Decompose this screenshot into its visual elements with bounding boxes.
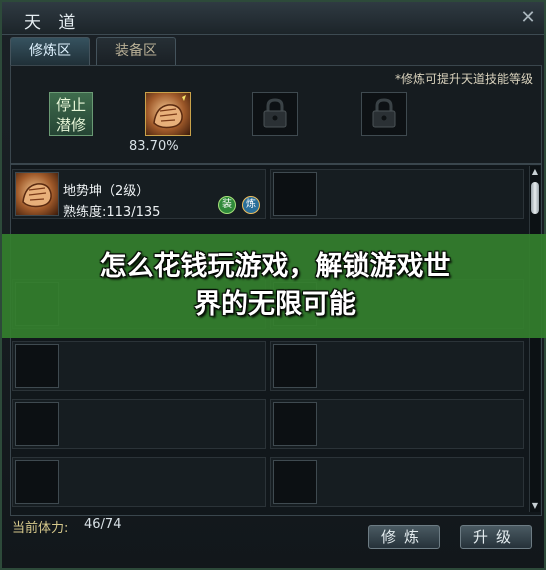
skill-progress-percent: 83.70% — [129, 139, 179, 154]
tab-equipment[interactable]: 装备区 — [96, 37, 176, 65]
banner-line1: 怎么花钱玩游戏，解锁游戏世 — [99, 251, 451, 282]
skill-list: 地势坤（2级） 熟练度:113/135 装 炼 — [10, 164, 542, 516]
skill-proficiency: 熟练度:113/135 — [63, 205, 161, 220]
locked-slot-2 — [361, 92, 407, 136]
empty-skill-cell[interactable] — [12, 399, 266, 449]
scroll-thumb[interactable] — [531, 182, 539, 214]
empty-slot — [15, 460, 59, 504]
stop-button-line1: 停止 — [55, 96, 86, 114]
locked-slot-1 — [252, 92, 298, 136]
tiandao-window: 天 道 ✕ 修炼区 装备区 *修炼可提升天道技能等级 停止 潜修 83.70% — [0, 0, 546, 570]
empty-skill-cell[interactable] — [270, 457, 524, 507]
stamina-value: 46/74 — [84, 517, 122, 532]
lock-icon — [372, 98, 396, 128]
empty-slot — [15, 344, 59, 388]
cultivation-panel: *修炼可提升天道技能等级 停止 潜修 83.70% — [10, 65, 542, 164]
empty-slot — [273, 172, 317, 216]
scroll-down-icon[interactable]: ▼ — [530, 500, 540, 512]
title-bar[interactable]: 天 道 ✕ — [2, 2, 544, 35]
active-skill-slot[interactable] — [145, 92, 191, 136]
empty-slot — [273, 460, 317, 504]
upgrade-button[interactable]: 升级 — [460, 525, 532, 549]
stop-button-line2: 潜修 — [55, 116, 86, 134]
stamina-label: 当前体力: — [12, 521, 69, 536]
empty-skill-cell[interactable] — [270, 169, 524, 219]
empty-slot — [273, 402, 317, 446]
hint-text: *修炼可提升天道技能等级 — [394, 72, 533, 86]
empty-slot — [15, 402, 59, 446]
practice-button[interactable]: 修炼 — [368, 525, 440, 549]
stop-cultivation-button[interactable]: 停止 潜修 — [49, 92, 93, 136]
equip-badge[interactable]: 装 — [218, 196, 236, 214]
refine-badge[interactable]: 炼 — [242, 196, 260, 214]
empty-skill-cell[interactable] — [12, 341, 266, 391]
empty-skill-cell[interactable] — [270, 399, 524, 449]
tab-practice[interactable]: 修炼区 — [10, 37, 90, 65]
fist-skill-icon — [22, 183, 52, 208]
lock-icon — [263, 98, 287, 128]
banner-line2: 界的无限可能 — [194, 289, 356, 320]
empty-skill-cell[interactable] — [12, 457, 266, 507]
skill-name: 地势坤（2级） — [63, 184, 150, 199]
empty-skill-cell[interactable] — [270, 341, 524, 391]
scrollbar[interactable]: ▲ ▼ — [529, 166, 540, 512]
skill-icon — [15, 172, 59, 216]
empty-slot — [273, 344, 317, 388]
scroll-up-icon[interactable]: ▲ — [530, 166, 540, 178]
skill-list-item[interactable]: 地势坤（2级） 熟练度:113/135 装 炼 — [12, 169, 266, 220]
close-icon[interactable]: ✕ — [518, 8, 538, 28]
fist-skill-icon — [153, 95, 186, 129]
overlay-banner: 怎么花钱玩游戏，解锁游戏世 界的无限可能 — [2, 234, 546, 338]
window-title: 天 道 — [24, 13, 82, 33]
banner-text: 怎么花钱玩游戏，解锁游戏世 界的无限可能 — [2, 248, 546, 324]
